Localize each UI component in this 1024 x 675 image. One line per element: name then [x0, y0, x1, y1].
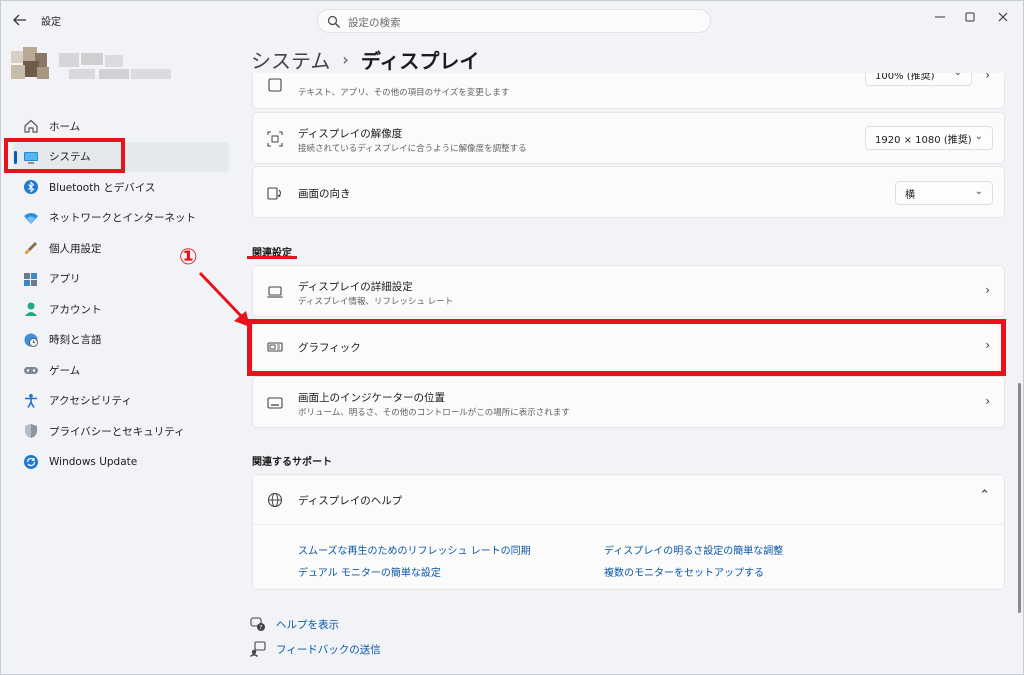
sidebar-item-bluetooth[interactable]: Bluetooth とデバイス: [13, 172, 229, 203]
orientation-value: 横: [905, 189, 915, 201]
minimize-button[interactable]: [928, 7, 952, 27]
sidebar-item-label: 時刻と言語: [49, 334, 102, 347]
chevron-right-icon: ›: [342, 50, 349, 69]
maximize-button[interactable]: [958, 7, 982, 27]
indicator-icon: [266, 394, 284, 412]
help-link-brightness[interactable]: ディスプレイの明るさ設定の簡単な調整: [604, 542, 783, 557]
help-link-refresh-sync[interactable]: スムーズな再生のためのリフレッシュ レートの同期: [298, 542, 531, 557]
home-icon: [22, 117, 40, 135]
graphics-highlight-box: [247, 319, 1006, 376]
search-input[interactable]: 設定の検索: [348, 15, 401, 30]
chevron-down-icon: ⌄: [974, 131, 983, 142]
related-settings-underline: [247, 256, 297, 259]
display-help-title: ディスプレイのヘルプ: [298, 495, 403, 507]
gamepad-icon: [22, 361, 40, 379]
scale-row[interactable]: テキスト、アプリ、その他の項目のサイズを変更します 100% (推奨) ⌄ ›: [252, 73, 1005, 109]
scale-dropdown[interactable]: 100% (推奨) ⌄: [865, 73, 972, 86]
account-icon: [22, 300, 40, 318]
accessibility-icon: [22, 392, 40, 410]
sidebar-item-label: ネットワークとインターネット: [49, 212, 196, 225]
annotation-arrow-icon: [198, 271, 250, 327]
display-help-card: ディスプレイのヘルプ ⌃ スムーズな再生のためのリフレッシュ レートの同期 ディ…: [252, 474, 1005, 590]
system-highlight-box: [4, 138, 125, 173]
chevron-down-icon: ⌄: [974, 186, 983, 197]
advanced-display-row[interactable]: ディスプレイの詳細設定 ディスプレイ情報、リフレッシュ レート ›: [252, 265, 1005, 317]
advanced-display-subtitle: ディスプレイ情報、リフレッシュ レート: [298, 297, 454, 307]
resolution-icon: [266, 130, 284, 148]
globe-icon: [266, 491, 284, 509]
sidebar-item-label: Bluetooth とデバイス: [49, 181, 156, 194]
apps-icon: [22, 270, 40, 288]
sidebar-item-windows-update[interactable]: Windows Update: [13, 447, 229, 478]
sidebar-item-label: 個人用設定: [49, 242, 102, 255]
sidebar-item-label: プライバシーとセキュリティ: [49, 425, 185, 438]
scale-icon: [266, 76, 284, 94]
resolution-subtitle: 接続されているディスプレイに合うように解像度を調整する: [298, 144, 527, 154]
orientation-icon: [266, 184, 284, 202]
page-title: ディスプレイ: [360, 49, 480, 73]
get-help-link[interactable]: ヘルプを表示: [276, 617, 339, 632]
sidebar-item-gaming[interactable]: ゲーム: [13, 355, 229, 386]
orientation-row[interactable]: 画面の向き 横 ⌄: [252, 166, 1005, 218]
sidebar-item-privacy-security[interactable]: プライバシーとセキュリティ: [13, 416, 229, 447]
sidebar-item-network[interactable]: ネットワークとインターネット: [13, 203, 229, 234]
laptop-icon: [266, 283, 284, 301]
feedback-icon: [250, 641, 266, 657]
app-title: 設定: [41, 17, 61, 28]
search-icon: [327, 15, 340, 28]
close-button[interactable]: [991, 7, 1015, 27]
globe-clock-icon: [22, 331, 40, 349]
related-support-heading: 関連するサポート: [252, 457, 332, 468]
scale-subtitle: テキスト、アプリ、その他の項目のサイズを変更します: [298, 88, 510, 98]
update-icon: [22, 453, 40, 471]
search-box[interactable]: 設定の検索: [317, 9, 711, 33]
sidebar-item-label: アプリ: [49, 273, 81, 286]
help-icon: ?: [250, 617, 265, 632]
breadcrumb-parent[interactable]: システム: [251, 45, 330, 74]
help-link-dual-monitor[interactable]: デュアル モニターの簡単な設定: [298, 564, 441, 579]
indicator-position-subtitle: ボリューム、明るさ、その他のコントロールがこの場所に表示されます: [298, 408, 570, 418]
sidebar-item-home[interactable]: ホーム: [13, 111, 229, 142]
chevron-right-icon: ›: [985, 394, 990, 408]
orientation-title: 画面の向き: [298, 188, 351, 200]
scale-value: 100% (推奨): [875, 73, 935, 82]
annotation-number: ①: [179, 245, 198, 270]
resolution-row[interactable]: ディスプレイの解像度 接続されているディスプレイに合うように解像度を調整する 1…: [252, 112, 1005, 164]
sidebar-item-label: Windows Update: [49, 455, 138, 468]
sidebar-item-label: アカウント: [49, 303, 102, 316]
chevron-down-icon: ⌄: [954, 73, 962, 78]
breadcrumb: システム › ディスプレイ: [251, 45, 479, 74]
sidebar-item-label: ホーム: [49, 120, 81, 133]
orientation-dropdown[interactable]: 横 ⌄: [895, 181, 993, 205]
brush-icon: [22, 239, 40, 257]
wifi-icon: [22, 209, 40, 227]
svg-text:?: ?: [259, 625, 262, 632]
resolution-value: 1920 × 1080 (推奨): [875, 134, 972, 146]
bluetooth-icon: [22, 178, 40, 196]
indicator-position-title: 画面上のインジケーターの位置: [298, 392, 445, 404]
title-bar: 設定 設定の検索: [1, 1, 1023, 39]
send-feedback-link[interactable]: フィードバックの送信: [276, 642, 381, 657]
back-arrow-icon[interactable]: [9, 9, 31, 31]
display-help-header[interactable]: ディスプレイのヘルプ ⌃: [253, 475, 1004, 525]
indicator-position-row[interactable]: 画面上のインジケーターの位置 ボリューム、明るさ、その他のコントロールがこの場所…: [252, 376, 1005, 428]
settings-window: 設定 設定の検索 ホーム システム Bluetooth とデバイス ネットワーク…: [0, 0, 1024, 675]
sidebar-item-label: ゲーム: [49, 364, 81, 377]
user-profile-avatar: [9, 43, 179, 89]
vertical-scrollbar[interactable]: [1018, 383, 1021, 613]
chevron-up-icon[interactable]: ⌃: [979, 488, 990, 503]
chevron-right-icon: ›: [985, 283, 990, 297]
shield-icon: [22, 422, 40, 440]
resolution-title: ディスプレイの解像度: [298, 128, 403, 140]
sidebar-item-accessibility[interactable]: アクセシビリティ: [13, 386, 229, 417]
help-link-multi-monitor[interactable]: 複数のモニターをセットアップする: [604, 564, 764, 579]
resolution-dropdown[interactable]: 1920 × 1080 (推奨) ⌄: [865, 126, 993, 150]
sidebar-item-label: アクセシビリティ: [49, 395, 132, 408]
chevron-right-icon: ›: [985, 73, 990, 82]
advanced-display-title: ディスプレイの詳細設定: [298, 281, 413, 293]
